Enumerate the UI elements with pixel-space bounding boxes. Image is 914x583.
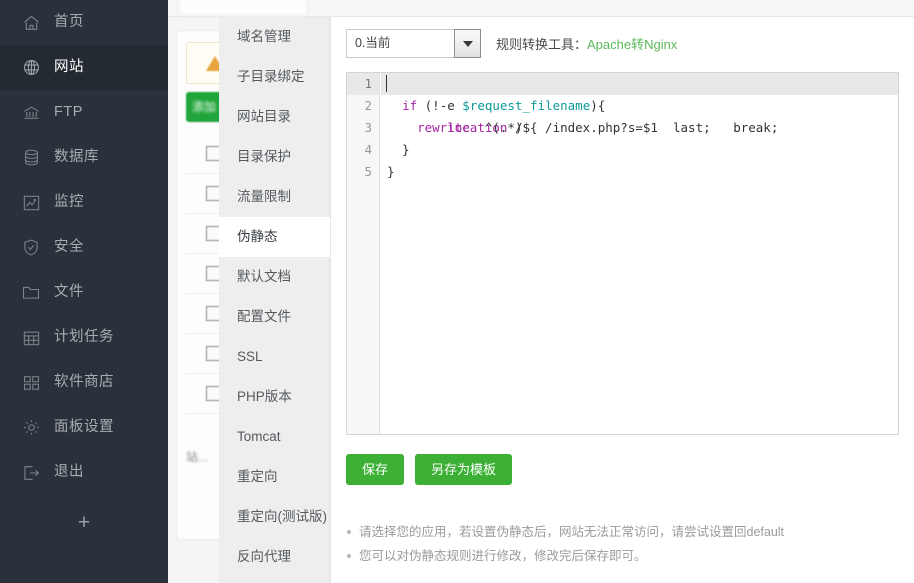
submenu-item-redirect[interactable]: 重定向 xyxy=(219,457,329,497)
sidebar-item-label: FTP xyxy=(54,104,83,121)
gear-icon xyxy=(20,418,42,438)
submenu-item-reverse-proxy[interactable]: 反向代理 xyxy=(219,537,329,577)
submenu-item-dir-protect[interactable]: 目录保护 xyxy=(219,137,329,177)
text-cursor xyxy=(386,75,387,92)
grid-icon xyxy=(20,373,42,393)
action-buttons: 保存 另存为模板 xyxy=(346,454,523,485)
submenu-item-rewrite[interactable]: 伪静态 xyxy=(219,217,331,257)
submenu-item-tomcat[interactable]: Tomcat xyxy=(219,417,329,457)
code-token: } xyxy=(387,142,410,157)
sidebar-item-label: 退出 xyxy=(54,464,84,481)
code-line[interactable]: if (!-e $request_filename){ xyxy=(381,95,898,117)
sidebar-item-label: 网站 xyxy=(54,59,84,76)
submenu-item-ssl[interactable]: SSL xyxy=(219,337,329,377)
converter-label-text: 规则转换工具： xyxy=(496,37,588,52)
shield-icon xyxy=(20,238,42,258)
home-icon xyxy=(20,13,42,33)
sidebar-item-label: 数据库 xyxy=(54,149,99,166)
submenu-item-traffic-limit[interactable]: 流量限制 xyxy=(219,177,329,217)
save-button[interactable]: 保存 xyxy=(346,454,405,485)
note-item: 请选择您的应用，若设置伪静态后，网站无法正常访问，请尝试设置回default xyxy=(346,520,886,544)
sidebar-item-security[interactable]: 安全 xyxy=(0,225,168,270)
bullet-icon xyxy=(347,554,351,558)
code-editor[interactable]: 1 2 3 4 5 location / { if (!-e $request_… xyxy=(346,72,899,435)
code-line[interactable]: } xyxy=(381,161,898,183)
app-root: 添加 站... 首页 网站 FTP 数据库 监控 安全 文件 计划任务 软件商店… xyxy=(0,0,914,583)
sidebar-item-label: 监控 xyxy=(54,194,84,211)
line-number: 4 xyxy=(364,142,372,157)
sidebar-item-label: 计划任务 xyxy=(54,329,114,346)
sidebar-item-website[interactable]: 网站 xyxy=(0,45,168,90)
primary-sidebar: 首页 网站 FTP 数据库 监控 安全 文件 计划任务 软件商店 面板设置 退出… xyxy=(0,0,168,583)
secondary-menu: 域名管理 子目录绑定 网站目录 目录保护 流量限制 伪静态 默认文档 配置文件 … xyxy=(219,17,331,583)
sidebar-item-settings[interactable]: 面板设置 xyxy=(0,405,168,450)
globe-icon xyxy=(20,58,42,78)
submenu-item-site-dir[interactable]: 网站目录 xyxy=(219,97,329,137)
sidebar-item-logout[interactable]: 退出 xyxy=(0,450,168,495)
sidebar-item-appstore[interactable]: 软件商店 xyxy=(0,360,168,405)
save-as-template-button[interactable]: 另存为模板 xyxy=(415,454,513,485)
code-line[interactable]: rewrite ^(.*)$ /index.php?s=$1 last; bre… xyxy=(381,117,898,139)
sidebar-item-home[interactable]: 首页 xyxy=(0,0,168,45)
background-card-top xyxy=(178,0,308,16)
sidebar-item-label: 面板设置 xyxy=(54,419,114,436)
submenu-item-default-doc[interactable]: 默认文档 xyxy=(219,257,329,297)
code-token: } xyxy=(387,164,395,179)
sidebar-item-label: 软件商店 xyxy=(54,374,114,391)
submenu-item-domain[interactable]: 域名管理 xyxy=(219,17,329,57)
folder-icon xyxy=(20,283,42,303)
background-footer-text: 站... xyxy=(186,450,209,464)
sidebar-item-cron[interactable]: 计划任务 xyxy=(0,315,168,360)
help-notes: 请选择您的应用，若设置伪静态后，网站无法正常访问，请尝试设置回default 您… xyxy=(346,520,886,568)
panel-divider xyxy=(330,17,331,583)
submenu-item-php-version[interactable]: PHP版本 xyxy=(219,377,329,417)
code-token: rewrite xyxy=(417,120,470,135)
chevron-down-icon[interactable] xyxy=(454,29,481,58)
rule-select[interactable]: 0.当前 xyxy=(346,29,481,58)
editor-code-area[interactable]: location / { if (!-e $request_filename){… xyxy=(381,73,898,434)
bullet-icon xyxy=(347,530,351,534)
code-line[interactable]: } xyxy=(381,139,898,161)
code-token: ^(.*)$ /index.php?s=$1 last; break; xyxy=(469,120,779,135)
calendar-icon xyxy=(20,328,42,348)
logout-icon xyxy=(20,463,42,483)
sidebar-item-ftp[interactable]: FTP xyxy=(0,90,168,135)
code-line[interactable]: location / { xyxy=(381,73,898,135)
submenu-item-config-file[interactable]: 配置文件 xyxy=(219,297,329,337)
ftp-icon xyxy=(20,103,42,123)
line-number: 1 xyxy=(347,73,379,95)
caret-glyph xyxy=(462,40,473,47)
code-token: (!-e xyxy=(417,98,463,113)
submenu-item-subdir-bind[interactable]: 子目录绑定 xyxy=(219,57,329,97)
main-content: 0.当前 规则转换工具：Apache转Nginx 1 2 3 4 5 locat… xyxy=(330,17,914,583)
sidebar-item-database[interactable]: 数据库 xyxy=(0,135,168,180)
sidebar-item-label: 文件 xyxy=(54,284,84,301)
converter-link[interactable]: Apache转Nginx xyxy=(587,37,677,52)
sidebar-item-label: 安全 xyxy=(54,239,84,256)
converter-label: 规则转换工具：Apache转Nginx xyxy=(496,34,677,53)
rule-select-value[interactable]: 0.当前 xyxy=(346,29,454,58)
code-token: ){ xyxy=(590,98,606,113)
sidebar-item-label: 首页 xyxy=(54,14,84,31)
line-number: 3 xyxy=(364,120,372,135)
database-icon xyxy=(20,148,42,168)
sidebar-item-monitor[interactable]: 监控 xyxy=(0,180,168,225)
sidebar-item-files[interactable]: 文件 xyxy=(0,270,168,315)
monitor-icon xyxy=(20,193,42,213)
note-text: 您可以对伪静态规则进行修改，修改完后保存即可。 xyxy=(359,549,647,563)
rewrite-toolbar: 0.当前 规则转换工具：Apache转Nginx xyxy=(346,29,677,58)
note-text: 请选择您的应用，若设置伪静态后，网站无法正常访问，请尝试设置回default xyxy=(359,525,785,539)
line-number: 2 xyxy=(364,98,372,113)
code-token: if xyxy=(402,98,418,113)
note-item: 您可以对伪静态规则进行修改，修改完后保存即可。 xyxy=(346,544,886,568)
editor-gutter: 1 2 3 4 5 xyxy=(347,73,380,434)
line-number: 5 xyxy=(364,164,372,179)
submenu-item-redirect-beta[interactable]: 重定向(测试版) xyxy=(219,497,329,537)
code-token: $request_filename xyxy=(462,98,591,113)
sidebar-add-button[interactable]: + xyxy=(0,495,168,551)
